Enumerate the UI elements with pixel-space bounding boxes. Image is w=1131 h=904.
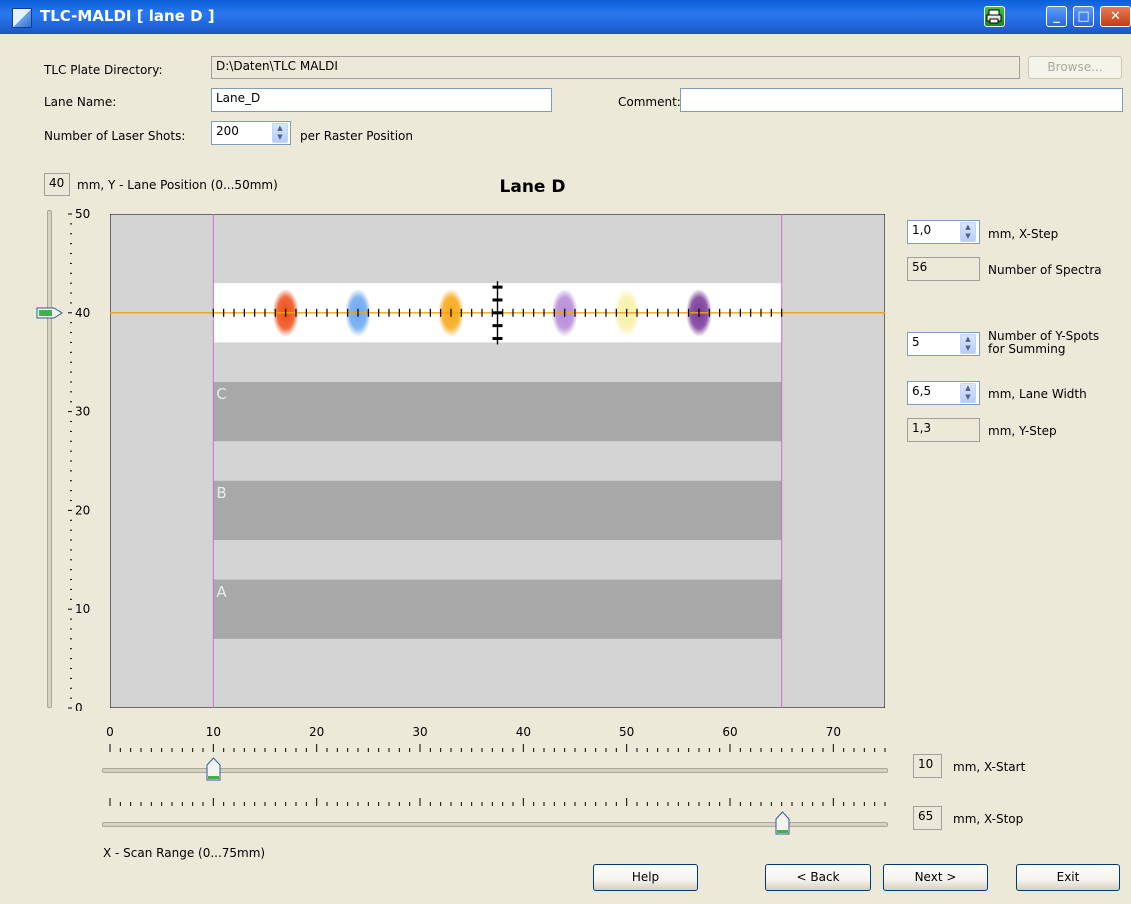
x-step-stepper[interactable]: ▲ ▼: [960, 222, 976, 242]
lane-b: [213, 480, 782, 541]
lane-label-a: A: [216, 582, 227, 601]
y-step-label: mm, Y-Step: [988, 424, 1057, 438]
y-spots-label: Number of Y-Spots for Summing: [988, 330, 1099, 356]
y-spots-value: 5: [912, 335, 920, 349]
plot-title: Lane D: [499, 177, 566, 197]
main-window: TLC-MALDI [ lane D ] _ □ ✕ TLC Plate Dir…: [0, 0, 1131, 904]
num-spectra-label: Number of Spectra: [988, 263, 1102, 277]
x-step-value: 1,0: [912, 223, 932, 237]
lane-name-label: Lane Name:: [44, 95, 117, 109]
spin-down-icon[interactable]: ▼: [273, 133, 287, 142]
x-tick-label: 70: [826, 725, 841, 739]
lane-name-input[interactable]: Lane_D: [211, 88, 552, 112]
y-tick-label: 30: [75, 405, 90, 419]
spin-down-icon[interactable]: ▼: [961, 232, 975, 241]
window-title: TLC-MALDI [ lane D ]: [40, 7, 215, 25]
lane-c: [213, 381, 782, 442]
help-button[interactable]: Help: [593, 864, 698, 891]
lane-width-stepper[interactable]: ▲ ▼: [960, 383, 976, 403]
x-stop-value: 65: [913, 806, 942, 830]
x-tick-label: 50: [619, 725, 634, 739]
x-tick-label: 30: [412, 725, 427, 739]
laser-shots-stepper[interactable]: ▲ ▼: [272, 123, 288, 143]
x-start-value: 10: [913, 754, 942, 778]
x-tick-label: 0: [106, 725, 114, 739]
y-tick-label: 10: [75, 602, 90, 616]
x-start-slider-thumb[interactable]: [206, 757, 221, 781]
laser-shots-suffix: per Raster Position: [300, 129, 413, 143]
lane-label-b: B: [216, 483, 227, 502]
lane-width-label: mm, Lane Width: [988, 387, 1087, 401]
spin-up-icon[interactable]: ▲: [961, 223, 975, 232]
minimize-icon[interactable]: _: [1046, 6, 1067, 27]
plate-dir-label: TLC Plate Directory:: [44, 63, 163, 77]
browse-button: Browse...: [1028, 56, 1122, 79]
comment-input[interactable]: [680, 88, 1123, 112]
x-step-label: mm, X-Step: [988, 227, 1059, 241]
y-tick-label: 40: [75, 306, 90, 320]
plate-plot[interactable]: [109, 213, 886, 709]
comment-label: Comment:: [618, 95, 681, 109]
y-tick-label: 20: [75, 503, 90, 517]
lane-width-value: 6,5: [912, 384, 932, 398]
lane-a: [213, 579, 782, 639]
y-tick-label: 50: [75, 207, 90, 221]
back-button[interactable]: < Back: [765, 864, 871, 891]
laser-shots-label: Number of Laser Shots:: [44, 129, 186, 143]
x-range-caption: X - Scan Range (0...75mm): [103, 846, 266, 860]
x-stop-label: mm, X-Stop: [953, 812, 1024, 826]
x-tick-label: 60: [722, 725, 737, 739]
exit-button[interactable]: Exit: [1016, 864, 1120, 891]
close-icon[interactable]: ✕: [1100, 6, 1131, 27]
x-start-label: mm, X-Start: [953, 760, 1026, 774]
spin-up-icon[interactable]: ▲: [273, 124, 287, 133]
num-spectra-value: 56: [907, 257, 980, 281]
y-spots-stepper[interactable]: ▲ ▼: [960, 334, 976, 354]
x-stop-slider-thumb[interactable]: [775, 811, 790, 835]
plate-plot-svg: [109, 213, 886, 709]
title-bar: TLC-MALDI [ lane D ] _ □ ✕: [0, 0, 1131, 34]
y-axis: 50 40 30 20 10 0: [68, 207, 90, 711]
plate-dir-field: D:\Daten\TLC MALDI: [211, 56, 1020, 79]
spin-up-icon[interactable]: ▲: [961, 384, 975, 393]
x-tick-label: 40: [516, 725, 531, 739]
y-position-value: 40: [44, 173, 70, 196]
y-slider-thumb[interactable]: [36, 306, 64, 320]
y-spots-label-line2: for Summing: [988, 342, 1066, 356]
y-step-value: 1,3: [907, 418, 980, 442]
spin-down-icon[interactable]: ▼: [961, 393, 975, 402]
maximize-icon[interactable]: □: [1073, 6, 1094, 27]
y-slider-track[interactable]: [47, 210, 52, 708]
next-button[interactable]: Next >: [883, 864, 988, 891]
spin-up-icon[interactable]: ▲: [961, 335, 975, 344]
x-stop-slider-track[interactable]: [102, 822, 888, 827]
spin-down-icon[interactable]: ▼: [961, 344, 975, 353]
printer-icon[interactable]: [984, 6, 1005, 27]
y-tick-label: 0: [75, 701, 83, 711]
app-icon: [12, 8, 32, 28]
x-tick-label: 10: [206, 725, 221, 739]
lane-label-c: C: [216, 384, 227, 403]
laser-shots-value: 200: [216, 124, 239, 138]
x-tick-label: 20: [309, 725, 324, 739]
